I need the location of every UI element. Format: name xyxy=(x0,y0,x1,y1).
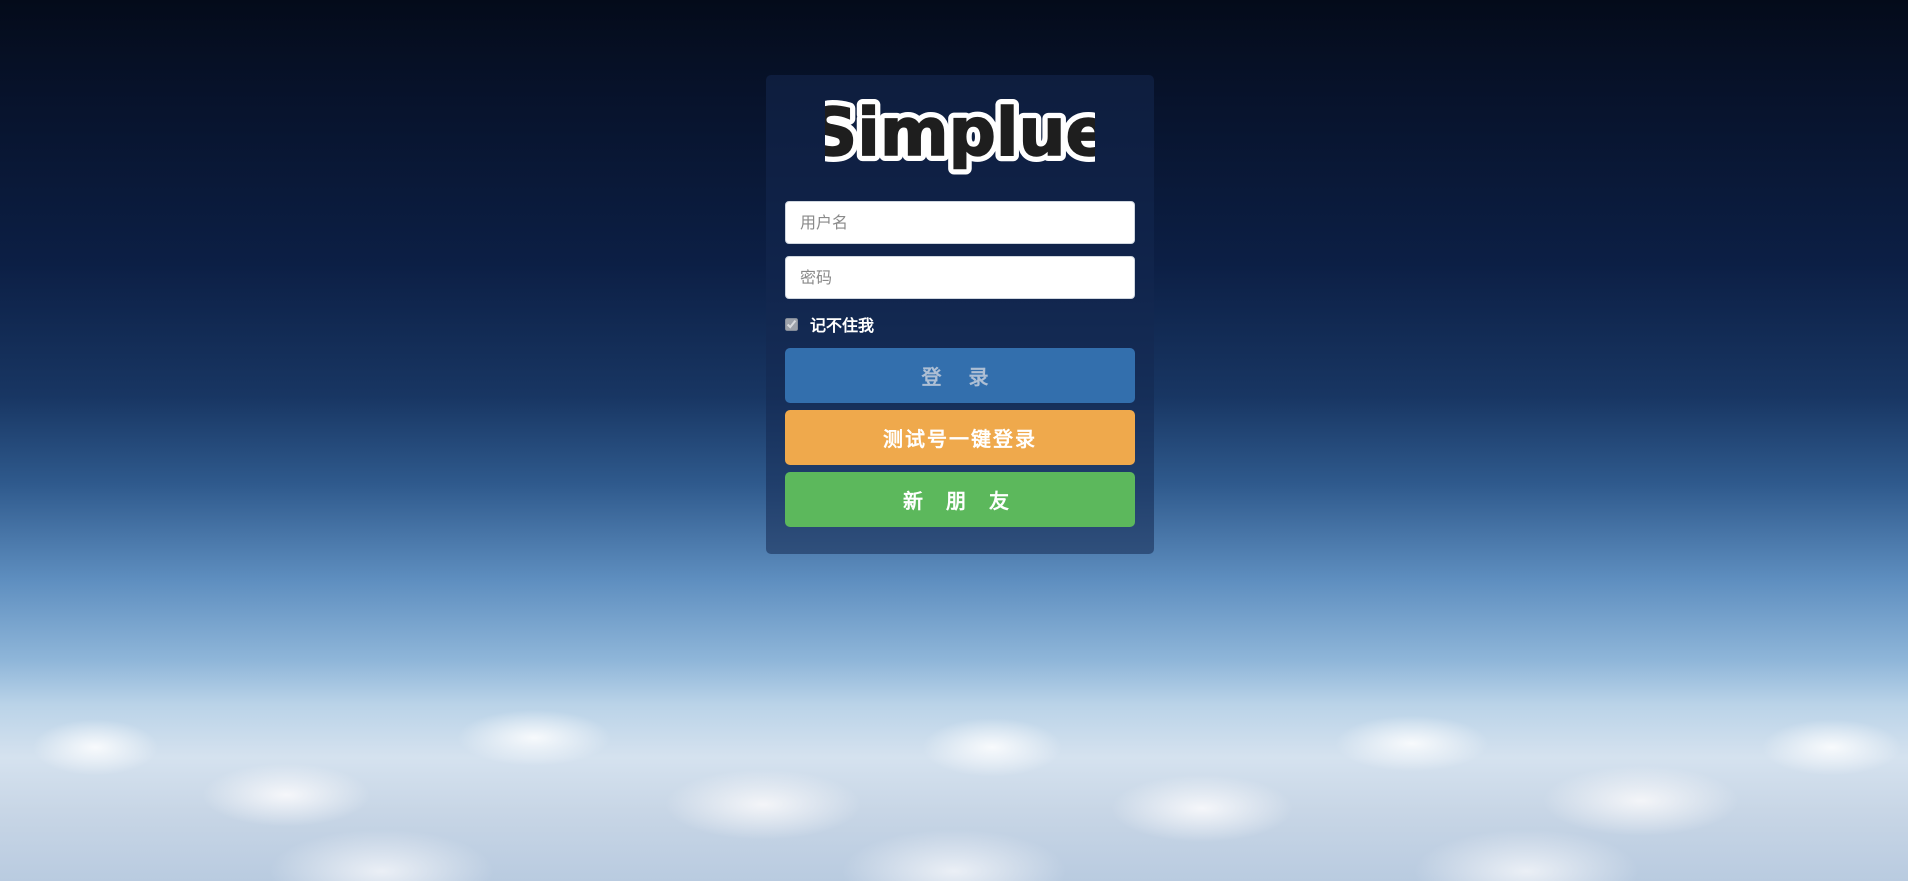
login-panel: Simplue Simplue 记不住我 登 录 测试号一键登录 新 朋 友 xyxy=(766,75,1154,554)
logo-text: Simplue xyxy=(825,94,1095,171)
remember-row: 记不住我 xyxy=(785,313,1135,335)
remember-checkbox[interactable] xyxy=(785,317,798,331)
logo-wordmark: Simplue Simplue xyxy=(825,93,1095,177)
cloud-background xyxy=(0,690,1908,881)
test-account-login-button[interactable]: 测试号一键登录 xyxy=(785,410,1135,465)
remember-label: 记不住我 xyxy=(810,316,875,335)
username-input[interactable] xyxy=(785,201,1135,244)
password-input[interactable] xyxy=(785,256,1135,299)
simplue-logo: Simplue Simplue xyxy=(785,75,1135,201)
login-button[interactable]: 登 录 xyxy=(785,348,1135,403)
new-friend-button[interactable]: 新 朋 友 xyxy=(785,472,1135,527)
